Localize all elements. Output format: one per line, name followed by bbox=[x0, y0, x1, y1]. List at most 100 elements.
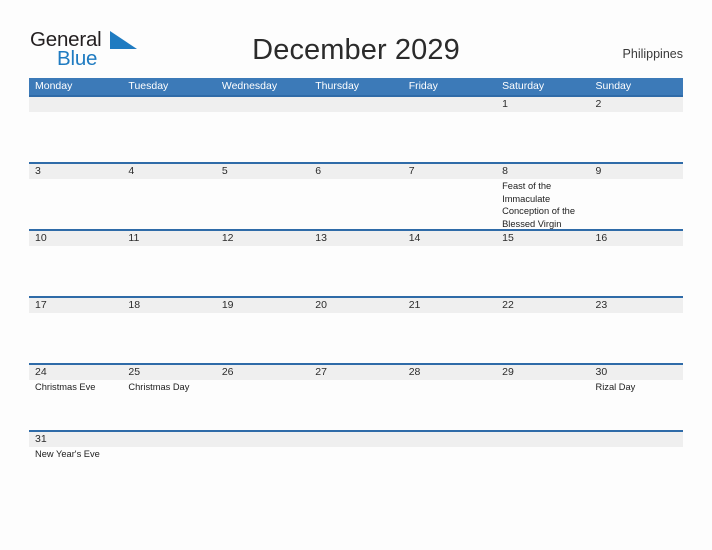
day-number[interactable]: 5 bbox=[216, 164, 309, 179]
week-events bbox=[29, 246, 683, 296]
day-event bbox=[216, 380, 309, 430]
day-number[interactable]: 25 bbox=[122, 365, 215, 380]
day-event bbox=[216, 179, 309, 229]
day-event bbox=[403, 447, 496, 464]
day-event bbox=[403, 246, 496, 296]
day-number[interactable] bbox=[590, 432, 683, 447]
day-number[interactable]: 14 bbox=[403, 231, 496, 246]
week-row: 1 2 bbox=[29, 95, 683, 162]
day-number[interactable] bbox=[496, 432, 589, 447]
day-number[interactable]: 1 bbox=[496, 97, 589, 112]
weekday-header-thursday: Thursday bbox=[315, 80, 360, 92]
day-event-holiday: Christmas Eve bbox=[35, 382, 96, 392]
week-row: 10 11 12 13 14 15 16 bbox=[29, 229, 683, 296]
day-event bbox=[590, 179, 683, 229]
day-number[interactable]: 2 bbox=[590, 97, 683, 112]
day-event bbox=[29, 246, 122, 296]
week-day-numbers: 31 bbox=[29, 432, 683, 447]
week-day-numbers: 3 4 5 6 7 8 9 bbox=[29, 164, 683, 179]
week-events: Christmas Eve Christmas Day Rizal Day bbox=[29, 380, 683, 430]
weekday-header-sunday: Sunday bbox=[595, 80, 632, 92]
page-title: December 2029 bbox=[252, 34, 460, 66]
day-event-holiday: New Year's Eve bbox=[35, 449, 100, 459]
day-number[interactable]: 7 bbox=[403, 164, 496, 179]
day-event bbox=[590, 447, 683, 464]
day-number[interactable]: 23 bbox=[590, 298, 683, 313]
day-event bbox=[496, 380, 589, 430]
day-event bbox=[122, 313, 215, 363]
day-number[interactable] bbox=[29, 97, 122, 112]
day-number[interactable]: 31 bbox=[29, 432, 122, 447]
day-number[interactable]: 18 bbox=[122, 298, 215, 313]
day-event bbox=[122, 447, 215, 464]
day-event bbox=[496, 313, 589, 363]
day-event bbox=[309, 112, 402, 162]
day-number[interactable]: 6 bbox=[309, 164, 402, 179]
weekday-header-row: Monday Tuesday Wednesday Thursday Friday… bbox=[29, 78, 683, 95]
day-number[interactable]: 19 bbox=[216, 298, 309, 313]
day-event bbox=[122, 112, 215, 162]
week-events bbox=[29, 112, 683, 162]
day-number[interactable]: 3 bbox=[29, 164, 122, 179]
weekday-header-monday: Monday bbox=[35, 80, 73, 92]
day-number[interactable]: 30 bbox=[590, 365, 683, 380]
day-number[interactable]: 28 bbox=[403, 365, 496, 380]
day-event bbox=[216, 313, 309, 363]
country-label: Philippines bbox=[622, 47, 683, 61]
weekday-header-tuesday: Tuesday bbox=[128, 80, 169, 92]
day-number[interactable]: 12 bbox=[216, 231, 309, 246]
page-header: General Blue December 2029 Philippines bbox=[0, 0, 712, 78]
day-number[interactable]: 15 bbox=[496, 231, 589, 246]
day-number[interactable]: 20 bbox=[309, 298, 402, 313]
day-event bbox=[216, 246, 309, 296]
day-number[interactable]: 10 bbox=[29, 231, 122, 246]
day-number[interactable]: 27 bbox=[309, 365, 402, 380]
day-number[interactable] bbox=[122, 97, 215, 112]
calendar-page: General Blue December 2029 Philippines M… bbox=[0, 0, 712, 550]
day-event-holiday: Rizal Day bbox=[595, 382, 636, 392]
day-event-holiday: Christmas Day bbox=[128, 382, 190, 392]
day-event bbox=[216, 447, 309, 464]
week-events bbox=[29, 313, 683, 363]
day-event bbox=[590, 246, 683, 296]
day-number[interactable]: 24 bbox=[29, 365, 122, 380]
day-number[interactable]: 17 bbox=[29, 298, 122, 313]
day-number[interactable] bbox=[309, 432, 402, 447]
day-event bbox=[122, 179, 215, 229]
day-event bbox=[590, 112, 683, 162]
day-number[interactable] bbox=[216, 97, 309, 112]
week-day-numbers: 17 18 19 20 21 22 23 bbox=[29, 298, 683, 313]
day-number[interactable]: 16 bbox=[590, 231, 683, 246]
day-number[interactable] bbox=[309, 97, 402, 112]
week-day-numbers: 24 25 26 27 28 29 30 bbox=[29, 365, 683, 380]
day-number[interactable]: 4 bbox=[122, 164, 215, 179]
day-number[interactable]: 22 bbox=[496, 298, 589, 313]
day-event bbox=[216, 112, 309, 162]
week-row: 24 25 26 27 28 29 30 Christmas Eve Chris… bbox=[29, 363, 683, 430]
day-number[interactable]: 8 bbox=[496, 164, 589, 179]
day-number[interactable]: 29 bbox=[496, 365, 589, 380]
weekday-header-wednesday: Wednesday bbox=[221, 80, 278, 92]
week-row: 17 18 19 20 21 22 23 bbox=[29, 296, 683, 363]
week-day-numbers: 10 11 12 13 14 15 16 bbox=[29, 231, 683, 246]
week-day-numbers: 1 2 bbox=[29, 97, 683, 112]
day-event bbox=[403, 380, 496, 430]
day-number[interactable]: 13 bbox=[309, 231, 402, 246]
day-number[interactable]: 21 bbox=[403, 298, 496, 313]
day-event bbox=[403, 112, 496, 162]
week-events: Feast of the Immaculate Conception of th… bbox=[29, 179, 683, 229]
day-event bbox=[590, 313, 683, 363]
day-event bbox=[309, 179, 402, 229]
day-number[interactable] bbox=[122, 432, 215, 447]
day-event bbox=[309, 246, 402, 296]
day-number[interactable]: 9 bbox=[590, 164, 683, 179]
weekday-header-saturday: Saturday bbox=[502, 80, 545, 92]
day-number[interactable] bbox=[216, 432, 309, 447]
day-number[interactable] bbox=[403, 97, 496, 112]
day-number[interactable] bbox=[403, 432, 496, 447]
day-number[interactable]: 26 bbox=[216, 365, 309, 380]
day-event bbox=[496, 246, 589, 296]
day-event bbox=[403, 179, 496, 229]
day-event bbox=[309, 313, 402, 363]
day-number[interactable]: 11 bbox=[122, 231, 215, 246]
